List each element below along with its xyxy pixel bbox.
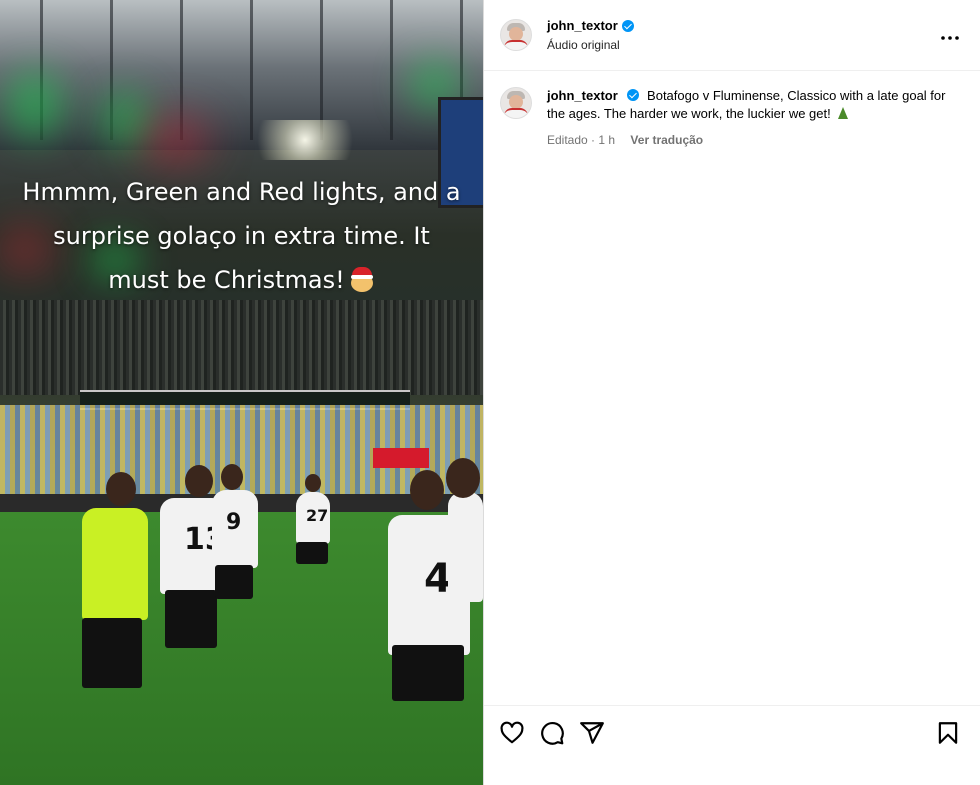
username-link[interactable]: john_textor <box>547 18 618 33</box>
caption-avatar[interactable] <box>500 87 532 119</box>
post-header: john_textor Áudio original <box>484 0 980 71</box>
see-translation-link[interactable]: Ver tradução <box>630 133 703 147</box>
comment-icon[interactable] <box>539 720 565 746</box>
avatar[interactable] <box>500 19 532 51</box>
more-options-icon[interactable] <box>936 26 964 45</box>
heart-icon[interactable] <box>499 720 525 746</box>
player-figure <box>448 492 483 602</box>
christmas-tree-emoji-icon <box>838 107 849 119</box>
post-caption: john_textor Botafogo v Fluminense, Class… <box>484 71 980 147</box>
story-overlay-text: Hmmm, Green and Red lights, and a surpri… <box>22 178 461 294</box>
post-side-panel: john_textor Áudio original john_textor B… <box>483 0 980 785</box>
share-icon[interactable] <box>579 720 605 746</box>
post-time[interactable]: 1 h <box>598 133 615 147</box>
santa-emoji-icon <box>349 266 375 292</box>
sponsor-board <box>373 448 429 468</box>
stadium-floodlights <box>240 120 370 160</box>
instagram-post: 13 9 27 4 Hmmm, Green and Red lights, an… <box>0 0 980 785</box>
edited-label: Editado <box>547 133 588 147</box>
verified-badge-icon <box>621 19 634 32</box>
jersey-number: 9 <box>226 510 242 535</box>
meta-separator: · <box>591 133 596 147</box>
caption-username-link[interactable]: john_textor <box>547 88 618 103</box>
bookmark-icon[interactable] <box>935 720 961 746</box>
upper-stands-crowd <box>0 300 483 395</box>
original-audio-link[interactable]: Áudio original <box>547 38 634 52</box>
caption-meta: Editado · 1 h Ver tradução <box>547 133 957 147</box>
post-actions-bar <box>484 705 980 785</box>
jersey-number: 27 <box>306 506 329 525</box>
player-figure <box>82 508 148 620</box>
verified-badge-icon <box>627 89 640 101</box>
post-media[interactable]: 13 9 27 4 Hmmm, Green and Red lights, an… <box>0 0 483 785</box>
